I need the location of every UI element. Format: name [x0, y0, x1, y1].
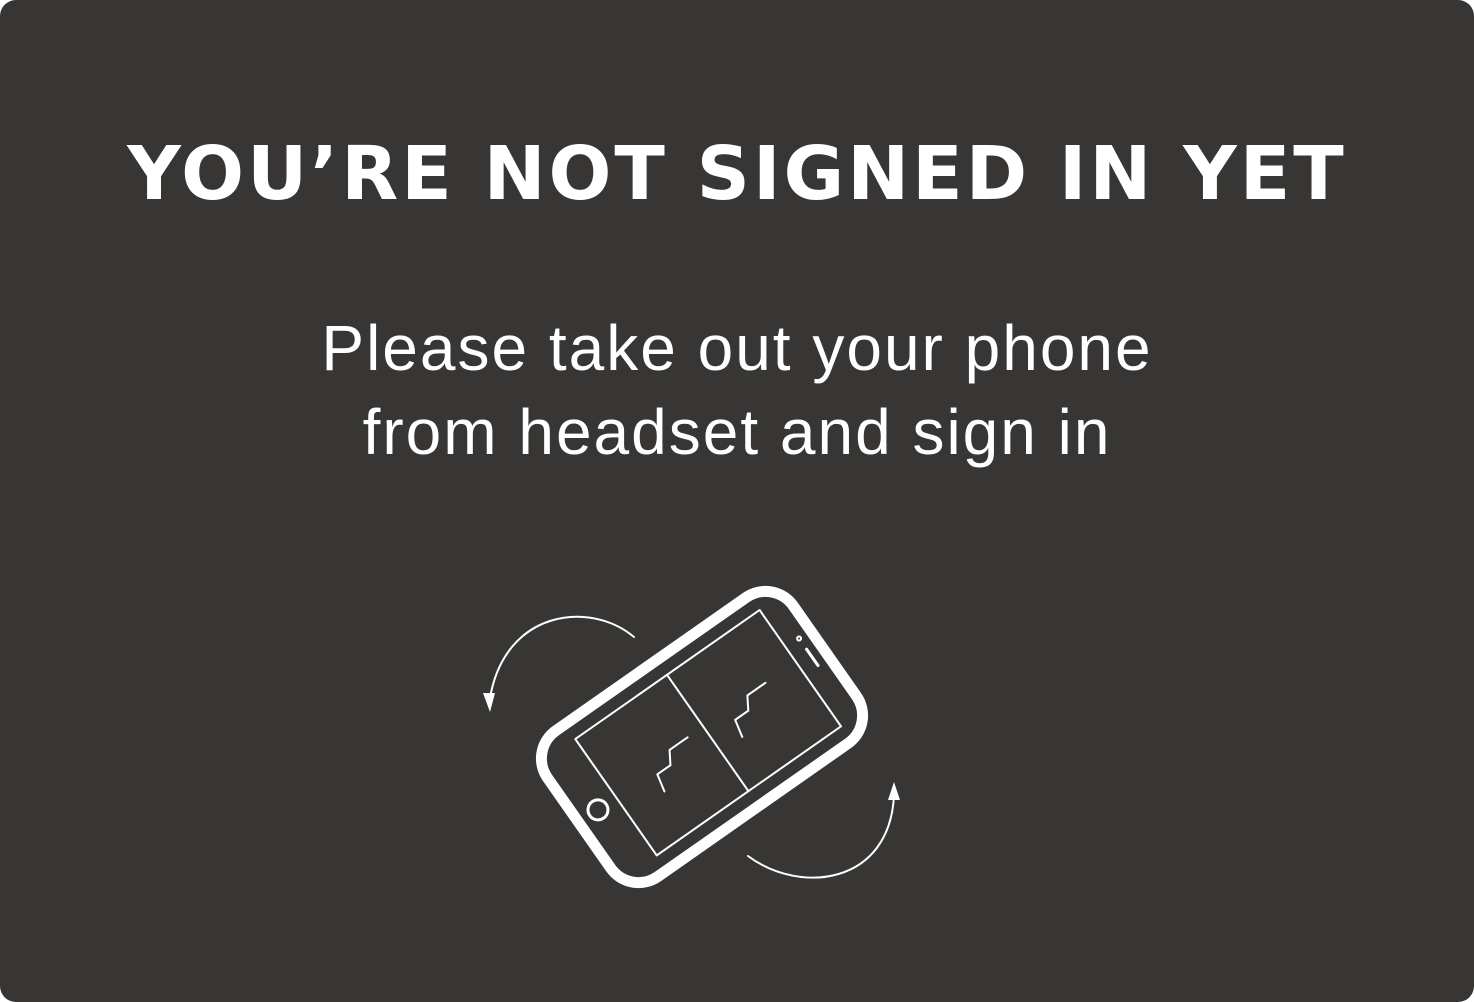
rotate-arrow-right-icon [747, 794, 895, 879]
sign-in-instructions: Please take out your phone from headset … [0, 306, 1474, 474]
arrowhead-right [888, 782, 900, 800]
instruction-line-1: Please take out your phone [321, 312, 1153, 384]
phone-icon [535, 585, 869, 889]
rotate-phone-icon [483, 585, 900, 889]
arrowhead-left [483, 693, 495, 712]
instruction-line-2: from headset and sign in [362, 396, 1112, 468]
not-signed-in-panel: YOU’RE NOT SIGNED IN YET Please take out… [0, 0, 1474, 1002]
page-title: YOU’RE NOT SIGNED IN YET [127, 131, 1347, 217]
